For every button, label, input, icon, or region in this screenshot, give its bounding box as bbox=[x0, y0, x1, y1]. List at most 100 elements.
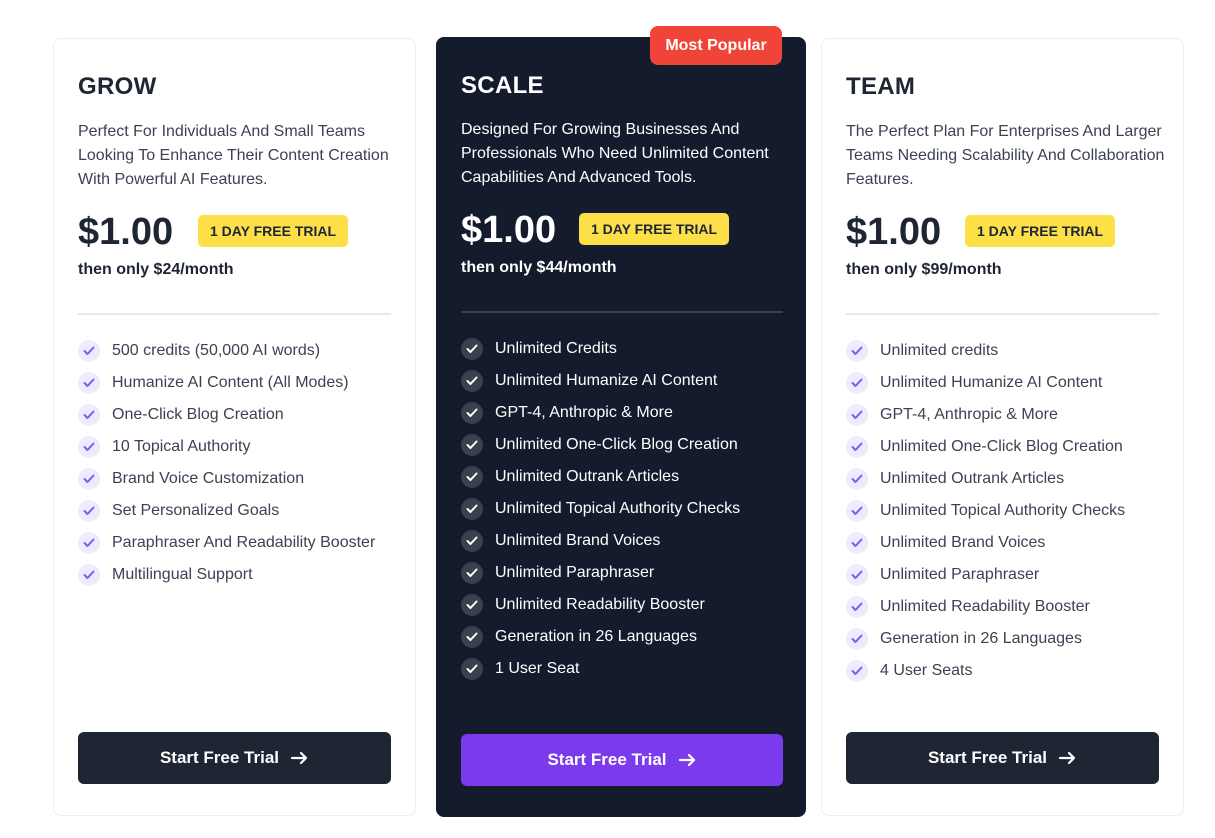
feature-list: Unlimited Credits Unlimited Humanize AI C… bbox=[461, 333, 740, 685]
plan-card-team: TEAM The Perfect Plan For Enterprises An… bbox=[821, 38, 1184, 816]
cta-label: Start Free Trial bbox=[159, 748, 280, 767]
feature-label: GPT-4, Anthropic & More bbox=[495, 404, 673, 421]
feature-item: Paraphraser And Readability Booster bbox=[78, 527, 375, 559]
feature-item: Unlimited Topical Authority Checks bbox=[461, 493, 740, 525]
trial-badge: 1 DAY FREE TRIAL bbox=[965, 215, 1116, 247]
plan-name: SCALE bbox=[461, 72, 544, 99]
plan-description: Designed For Growing Businesses And Prof… bbox=[461, 121, 769, 186]
check-icon bbox=[78, 372, 100, 394]
arrow-right-icon bbox=[678, 753, 695, 767]
feature-label: Unlimited credits bbox=[880, 342, 999, 359]
check-icon bbox=[846, 596, 868, 618]
feature-item: Unlimited Readability Booster bbox=[846, 591, 1125, 623]
start-free-trial-button[interactable]: Start Free Trial bbox=[461, 734, 783, 786]
plan-then-price: then only $44/month bbox=[461, 259, 617, 276]
feature-label: Unlimited Readability Booster bbox=[880, 598, 1090, 615]
feature-item: Unlimited One-Click Blog Creation bbox=[846, 431, 1125, 463]
check-icon bbox=[461, 626, 483, 648]
check-icon bbox=[461, 594, 483, 616]
feature-item: Set Personalized Goals bbox=[78, 495, 375, 527]
check-icon bbox=[78, 340, 100, 362]
feature-label: 500 credits (50,000 AI words) bbox=[112, 342, 321, 359]
feature-label: 4 User Seats bbox=[880, 662, 973, 679]
feature-label: 10 Topical Authority bbox=[112, 438, 251, 455]
feature-item: 500 credits (50,000 AI words) bbox=[78, 335, 375, 367]
feature-label: 1 User Seat bbox=[495, 660, 580, 677]
feature-label: Unlimited Credits bbox=[495, 340, 617, 357]
plan-card-scale: Most Popular SCALE Designed For Growing … bbox=[436, 26, 806, 817]
feature-item: 4 User Seats bbox=[846, 655, 1125, 687]
check-icon bbox=[461, 370, 483, 392]
check-icon bbox=[846, 436, 868, 458]
feature-label: Generation in 26 Languages bbox=[495, 628, 697, 645]
feature-label: Unlimited Paraphraser bbox=[495, 564, 655, 581]
check-icon bbox=[461, 498, 483, 520]
feature-item: Unlimited Readability Booster bbox=[461, 589, 740, 621]
check-icon bbox=[461, 466, 483, 488]
feature-label: Unlimited Brand Voices bbox=[495, 532, 661, 549]
check-icon bbox=[461, 530, 483, 552]
check-icon bbox=[846, 564, 868, 586]
check-icon bbox=[78, 564, 100, 586]
plan-description: The Perfect Plan For Enterprises And Lar… bbox=[846, 123, 1165, 188]
feature-label: Generation in 26 Languages bbox=[880, 630, 1082, 647]
feature-item: GPT-4, Anthropic & More bbox=[461, 397, 740, 429]
check-icon bbox=[461, 562, 483, 584]
feature-label: Paraphraser And Readability Booster bbox=[112, 534, 376, 551]
check-icon bbox=[846, 404, 868, 426]
feature-item: Unlimited credits bbox=[846, 335, 1125, 367]
feature-label: Humanize AI Content (All Modes) bbox=[112, 374, 349, 391]
feature-label: Brand Voice Customization bbox=[112, 470, 305, 487]
feature-item: Unlimited Brand Voices bbox=[846, 527, 1125, 559]
feature-label: Unlimited Outrank Articles bbox=[880, 470, 1065, 487]
feature-label: Unlimited Readability Booster bbox=[495, 596, 705, 613]
check-icon bbox=[461, 658, 483, 680]
plan-name: GROW bbox=[78, 73, 157, 100]
check-icon bbox=[846, 660, 868, 682]
feature-item: Generation in 26 Languages bbox=[846, 623, 1125, 655]
feature-label: Multilingual Support bbox=[112, 566, 253, 583]
check-icon bbox=[78, 500, 100, 522]
feature-label: Unlimited Topical Authority Checks bbox=[495, 500, 741, 517]
feature-item: Brand Voice Customization bbox=[78, 463, 375, 495]
feature-item: Unlimited Outrank Articles bbox=[846, 463, 1125, 495]
check-icon bbox=[78, 468, 100, 490]
divider bbox=[78, 313, 391, 315]
most-popular-badge: Most Popular bbox=[650, 26, 782, 65]
feature-label: One-Click Blog Creation bbox=[112, 406, 284, 423]
feature-label: Unlimited One-Click Blog Creation bbox=[495, 436, 738, 453]
check-icon bbox=[846, 628, 868, 650]
feature-label: Unlimited Brand Voices bbox=[880, 534, 1046, 551]
feature-label: Unlimited Humanize AI Content bbox=[880, 374, 1103, 391]
check-icon bbox=[78, 404, 100, 426]
check-icon bbox=[78, 532, 100, 554]
feature-item: Unlimited Paraphraser bbox=[461, 557, 740, 589]
divider bbox=[846, 313, 1159, 315]
feature-item: Generation in 26 Languages bbox=[461, 621, 740, 653]
plan-name: TEAM bbox=[846, 73, 916, 100]
divider bbox=[461, 311, 783, 313]
start-free-trial-button[interactable]: Start Free Trial bbox=[78, 732, 391, 784]
check-icon bbox=[846, 372, 868, 394]
plan-then-price: then only $24/month bbox=[78, 261, 234, 278]
plan-description: Perfect For Individuals And Small Teams … bbox=[78, 123, 389, 188]
check-icon bbox=[461, 402, 483, 424]
arrow-right-icon bbox=[1059, 751, 1076, 765]
feature-item: GPT-4, Anthropic & More bbox=[846, 399, 1125, 431]
feature-label: Unlimited One-Click Blog Creation bbox=[880, 438, 1123, 455]
feature-label: GPT-4, Anthropic & More bbox=[880, 406, 1058, 423]
check-icon bbox=[846, 500, 868, 522]
trial-badge: 1 DAY FREE TRIAL bbox=[198, 215, 349, 247]
feature-item: 10 Topical Authority bbox=[78, 431, 375, 463]
feature-item: Unlimited Credits bbox=[461, 333, 740, 365]
trial-badge: 1 DAY FREE TRIAL bbox=[579, 213, 730, 245]
check-icon bbox=[846, 468, 868, 490]
feature-list: 500 credits (50,000 AI words) Humanize AI… bbox=[78, 335, 375, 591]
check-icon bbox=[846, 532, 868, 554]
check-icon bbox=[78, 436, 100, 458]
feature-item: Humanize AI Content (All Modes) bbox=[78, 367, 375, 399]
check-icon bbox=[846, 340, 868, 362]
feature-item: One-Click Blog Creation bbox=[78, 399, 375, 431]
feature-item: Unlimited Humanize AI Content bbox=[846, 367, 1125, 399]
start-free-trial-button[interactable]: Start Free Trial bbox=[846, 732, 1159, 784]
